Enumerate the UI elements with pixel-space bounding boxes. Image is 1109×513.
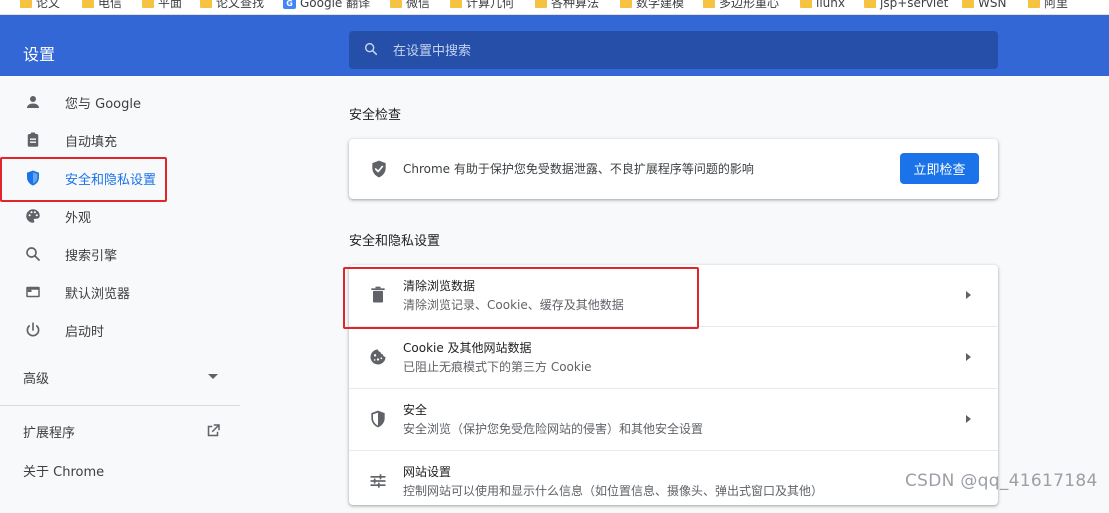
bookmark-item[interactable]: 各种算法 — [535, 0, 599, 9]
sidebar-item-appearance[interactable]: 外观 — [0, 197, 240, 235]
sidebar-item-on-startup[interactable]: 启动时 — [0, 311, 240, 349]
folder-icon — [200, 0, 212, 8]
folder-icon — [864, 0, 876, 8]
folder-icon — [390, 0, 402, 8]
sidebar-item-default-browser[interactable]: 默认浏览器 — [0, 273, 240, 311]
sidebar-divider — [0, 405, 240, 406]
cookie-icon — [370, 349, 386, 365]
settings-header: 设置 — [0, 15, 1109, 76]
search-box[interactable] — [349, 31, 998, 69]
google-translate-icon: G — [283, 0, 296, 9]
folder-icon — [962, 0, 974, 8]
search-icon — [23, 244, 43, 264]
bookmark-item[interactable]: liunx — [800, 0, 845, 9]
folder-icon — [82, 0, 94, 8]
safety-check-card: Chrome 有助于保护您免受数据泄露、不良扩展程序等问题的影响 立即检查 — [349, 139, 998, 199]
open-in-new-icon — [207, 424, 220, 437]
advanced-label: 高级 — [23, 371, 50, 387]
folder-icon — [20, 0, 32, 8]
palette-icon — [23, 206, 43, 226]
section-title-safety-check: 安全检查 — [349, 108, 402, 123]
section-title-privacy-security: 安全和隐私设置 — [349, 234, 441, 249]
bookmark-item[interactable]: 多边形重心 — [703, 0, 779, 9]
clipboard-icon — [23, 130, 43, 150]
bookmark-item[interactable]: 数学建模 — [620, 0, 684, 9]
bookmark-item[interactable]: jsp+servlet — [864, 0, 948, 9]
folder-icon — [800, 0, 812, 8]
row-site-settings[interactable]: 网站设置 控制网站可以使用和显示什么信息（如位置信息、摄像头、弹出式窗口及其他） — [349, 451, 998, 513]
folder-icon — [142, 0, 154, 8]
browser-icon — [23, 282, 43, 302]
bookmark-item[interactable]: 计算几何 — [450, 0, 514, 9]
sidebar-link-about-chrome[interactable]: 关于 Chrome — [0, 455, 240, 485]
page-title: 设置 — [23, 45, 56, 64]
chevron-right-icon — [966, 415, 971, 423]
search-icon — [364, 42, 378, 56]
bookmark-item[interactable]: 论文 — [20, 0, 60, 9]
row-cookies[interactable]: Cookie 及其他网站数据 已阻止无痕模式下的第三方 Cookie — [349, 327, 998, 389]
sidebar-item-search-engine[interactable]: 搜索引擎 — [0, 235, 240, 273]
folder-icon — [1028, 0, 1040, 8]
caret-down-icon — [208, 374, 218, 379]
sidebar-item-you-and-google[interactable]: 您与 Google — [0, 83, 240, 121]
power-icon — [23, 320, 43, 340]
sidebar: 您与 Google 自动填充 安全和隐私设置 外观 搜索引擎 默认浏览器 启动时… — [0, 76, 240, 500]
sidebar-link-extensions[interactable]: 扩展程序 — [0, 416, 240, 446]
annotation-highlight-sidebar — [0, 157, 167, 202]
folder-icon — [535, 0, 547, 8]
bookmark-item[interactable]: 微信 — [390, 0, 430, 9]
sidebar-advanced-toggle[interactable]: 高级 — [0, 363, 240, 391]
search-input[interactable] — [391, 40, 975, 62]
security-shield-icon — [371, 410, 385, 428]
folder-icon — [703, 0, 715, 8]
chevron-right-icon — [966, 291, 971, 299]
folder-icon — [450, 0, 462, 8]
person-icon — [23, 92, 43, 112]
sliders-icon — [370, 474, 386, 488]
folder-icon — [620, 0, 632, 8]
chevron-right-icon — [966, 353, 971, 361]
bookmarks-bar: 论文 电信 平面 论文查找 G Google 翻译 微信 计算几何 各种算法 数学… — [0, 0, 1109, 15]
sidebar-item-autofill[interactable]: 自动填充 — [0, 121, 240, 159]
bookmark-item[interactable]: 电信 — [82, 0, 122, 9]
shield-check-icon — [372, 160, 386, 178]
bookmark-item[interactable]: G Google 翻译 — [283, 0, 370, 9]
check-now-button[interactable]: 立即检查 — [900, 153, 979, 184]
row-security[interactable]: 安全 安全浏览（保护您免受危险网站的侵害）和其他安全设置 — [349, 389, 998, 451]
bookmark-item[interactable]: WSN — [962, 0, 1006, 9]
annotation-highlight-clear-data — [343, 267, 699, 329]
bookmark-item[interactable]: 平面 — [142, 0, 182, 9]
bookmark-item[interactable]: 论文查找 — [200, 0, 264, 9]
bookmark-item[interactable]: 阿里 — [1028, 0, 1068, 9]
watermark: CSDN @qq_41617184 — [905, 471, 1098, 491]
safety-check-description: Chrome 有助于保护您免受数据泄露、不良扩展程序等问题的影响 — [403, 162, 754, 176]
